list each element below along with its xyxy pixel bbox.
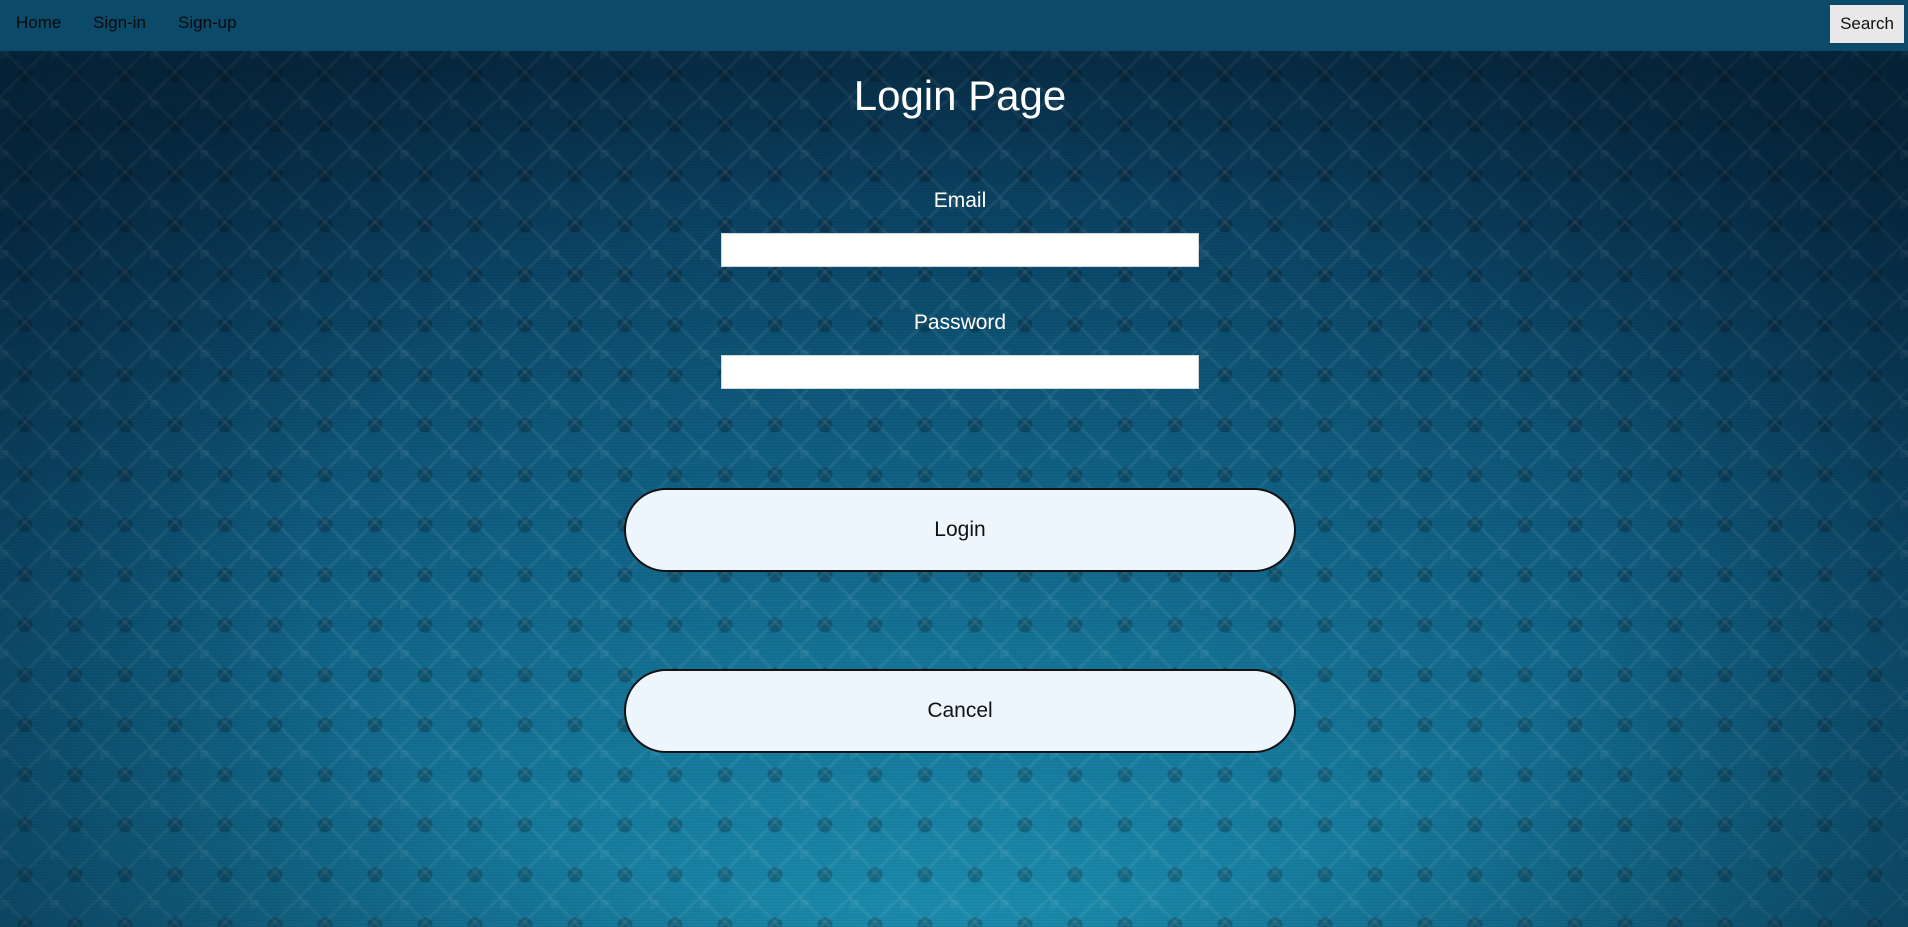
password-field[interactable] (721, 355, 1199, 389)
page-background: Home Sign-in Sign-up Search Login Page E… (0, 0, 1908, 927)
background-vignette (0, 0, 1908, 927)
nav-sign-in-link[interactable]: Sign-in (93, 13, 146, 33)
top-navbar: Home Sign-in Sign-up Search (0, 0, 1908, 51)
nav-sign-up-link[interactable]: Sign-up (178, 13, 237, 33)
email-label: Email (933, 189, 987, 212)
page-title: Login Page (853, 72, 1067, 119)
password-label: Password (913, 311, 1007, 334)
nav-home-link[interactable]: Home (16, 13, 61, 33)
search-button[interactable]: Search (1830, 5, 1904, 43)
cancel-button[interactable]: Cancel (624, 669, 1296, 753)
login-button[interactable]: Login (624, 488, 1296, 572)
damask-pattern (0, 0, 1908, 927)
email-field[interactable] (721, 233, 1199, 267)
